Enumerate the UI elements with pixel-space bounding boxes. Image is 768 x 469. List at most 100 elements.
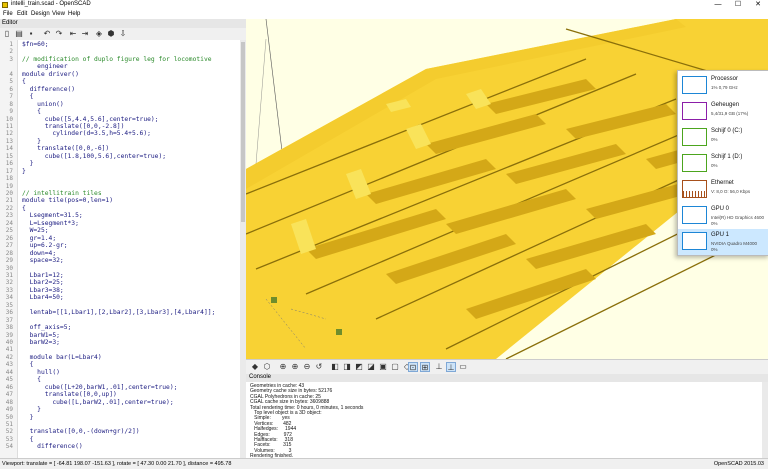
unindent-icon[interactable]: ⇤ [68, 29, 78, 39]
perf-name: Schijf 0 (C:) [711, 128, 743, 134]
editor-scrollbar-thumb[interactable] [241, 42, 245, 222]
reset-view-icon[interactable]: ↺ [314, 362, 324, 372]
line-number: 50 [5, 413, 13, 421]
viewport-status: Viewport: translate = [ -64.81 198.07 -1… [2, 461, 232, 467]
line-number: 41 [5, 346, 13, 354]
close-button[interactable]: ✕ [748, 0, 768, 10]
save-icon[interactable]: ▪ [26, 29, 36, 39]
perf-entry[interactable]: GPU 1 NVIDIA Quadro M4000 0% [678, 229, 768, 255]
open-file-icon[interactable]: ▤ [14, 29, 24, 39]
console-scrollbar[interactable] [762, 382, 768, 458]
perspective-icon[interactable]: ⊡ [408, 362, 418, 372]
perf-entry[interactable]: Processor 1% 0,79 GHz [678, 73, 768, 99]
scale-markers-icon[interactable]: ⊥ [446, 362, 456, 372]
code-line: gr=1.4; [22, 234, 57, 242]
menu-file[interactable]: File [3, 11, 13, 17]
show-axes-icon[interactable]: ⊥ [434, 362, 444, 372]
menu-help[interactable]: Help [68, 11, 80, 17]
perf-name: Ethernet [711, 180, 734, 186]
line-number: 51 [5, 420, 13, 428]
perf-entry[interactable]: GPU 0 Intel(R) HD Graphics 4600 0% [678, 203, 768, 229]
line-number: 31 [5, 271, 13, 279]
code-line: { [22, 435, 34, 443]
perf-usage: 0% [711, 221, 718, 226]
menu-edit[interactable]: Edit [17, 11, 27, 17]
code-line: translate([0,0,-2.8]) [22, 122, 125, 130]
view-left-icon[interactable]: ◪ [366, 362, 376, 372]
code-line: Lbar3=38; [22, 286, 64, 294]
code-line: cube([L,barW2,.01],center=true); [22, 398, 174, 406]
view-front-icon[interactable]: ▣ [378, 362, 388, 372]
zoom-in-icon[interactable]: ⊕ [290, 362, 300, 372]
zoom-out-icon[interactable]: ⊖ [302, 362, 312, 372]
code-line: engineer [22, 63, 68, 71]
line-number: 21 [5, 197, 13, 205]
perf-usage: 0% [711, 247, 718, 252]
perf-detail: 0% [711, 137, 718, 142]
perf-entry[interactable]: Geheugen 5,4/31,9 GB (17%) [678, 99, 768, 125]
perf-entry[interactable]: Schijf 0 (C:) 0% [678, 125, 768, 151]
perf-entry[interactable]: Ethernet V: 8,0 O: 56,0 Kbps [678, 177, 768, 203]
new-file-icon[interactable]: ▯ [2, 29, 12, 39]
code-line: cube([5,4.4,5.6],center=true); [22, 115, 159, 123]
code-editor[interactable]: 1 2 3 4 5 6 7 8 9 10 11 12 13 14 15 16 17 18 19 20 21 22 23 24 2… [0, 40, 240, 458]
code-line: module tile(pos=0,len=1) [22, 197, 113, 205]
perf-graph-thumbnail [682, 180, 707, 198]
code-line: translate([0,0,-6]) [22, 145, 110, 153]
title-bar: intelli_train.scad - OpenSCAD — ☐ ✕ [0, 0, 768, 10]
line-number: 42 [5, 353, 13, 361]
indent-icon[interactable]: ⇥ [80, 29, 90, 39]
version-label: OpenSCAD 2015.03 [713, 461, 764, 467]
line-number: 4 [9, 70, 13, 78]
line-number: 47 [5, 391, 13, 399]
code-line: W=25; [22, 227, 49, 235]
console-output[interactable]: Geometries in cache: 43 Geometry cache si… [246, 382, 768, 458]
view-back-icon[interactable]: ▢ [390, 362, 400, 372]
minimize-button[interactable]: — [708, 0, 728, 10]
line-number: 10 [5, 115, 13, 123]
perf-graph-thumbnail [682, 76, 707, 94]
line-number: 48 [5, 398, 13, 406]
export-stl-icon[interactable]: ⇩ [118, 29, 128, 39]
task-manager-overlay: Processor 1% 0,79 GHz Geheugen 5,4/31,9 GB … [677, 70, 768, 256]
line-number: 45 [5, 376, 13, 384]
line-number: 23 [5, 212, 13, 220]
undo-icon[interactable]: ↶ [42, 29, 52, 39]
code-line: up=6.2-gr; [22, 242, 68, 250]
preview-icon[interactable]: ◈ [94, 29, 104, 39]
line-number-gutter: 1 2 3 4 5 6 7 8 9 10 11 12 13 14 15 16 17 18 19 20 21 22 23 24 2… [0, 40, 18, 458]
line-number: 32 [5, 279, 13, 287]
line-number: 2 [9, 48, 13, 56]
view-bottom-icon[interactable]: ◩ [354, 362, 364, 372]
view-top-icon[interactable]: ◨ [342, 362, 352, 372]
view-right-icon[interactable]: ◧ [330, 362, 340, 372]
console-dock-title: Console [246, 374, 768, 382]
render-icon[interactable]: ⬢ [106, 29, 116, 39]
zoom-all-icon[interactable]: ⊕ [278, 362, 288, 372]
code-line: space=32; [22, 257, 64, 265]
render-view-icon[interactable]: ⬡ [262, 362, 272, 372]
line-number: 49 [5, 406, 13, 414]
line-number: 36 [5, 309, 13, 317]
line-number: 52 [5, 428, 13, 436]
code-line: L=Lsegment*3; [22, 219, 79, 227]
maximize-button[interactable]: ☐ [728, 0, 748, 10]
menu-view[interactable]: View [52, 11, 65, 17]
code-line: { [22, 78, 26, 86]
code-line: Lbar1=12; [22, 271, 64, 279]
perf-graph-thumbnail [682, 232, 707, 250]
redo-icon[interactable]: ↷ [54, 29, 64, 39]
show-edges-icon[interactable]: ▭ [458, 362, 468, 372]
line-number: 26 [5, 234, 13, 242]
code-line: barW2=3; [22, 339, 60, 346]
console-title: Console [249, 374, 272, 380]
perf-detail: NVIDIA Quadro M4000 [711, 241, 758, 246]
line-number: 37 [5, 316, 13, 324]
menu-design[interactable]: Design [31, 11, 50, 17]
perf-entry[interactable]: Schijf 1 (D:) 0% [678, 151, 768, 177]
preview-view-icon[interactable]: ◆ [250, 362, 260, 372]
line-number: 8 [9, 100, 13, 108]
code-line: module bar(L=Lbar4) [22, 353, 102, 361]
orthogonal-icon[interactable]: ⊞ [420, 362, 430, 372]
code-line: { [22, 361, 34, 369]
